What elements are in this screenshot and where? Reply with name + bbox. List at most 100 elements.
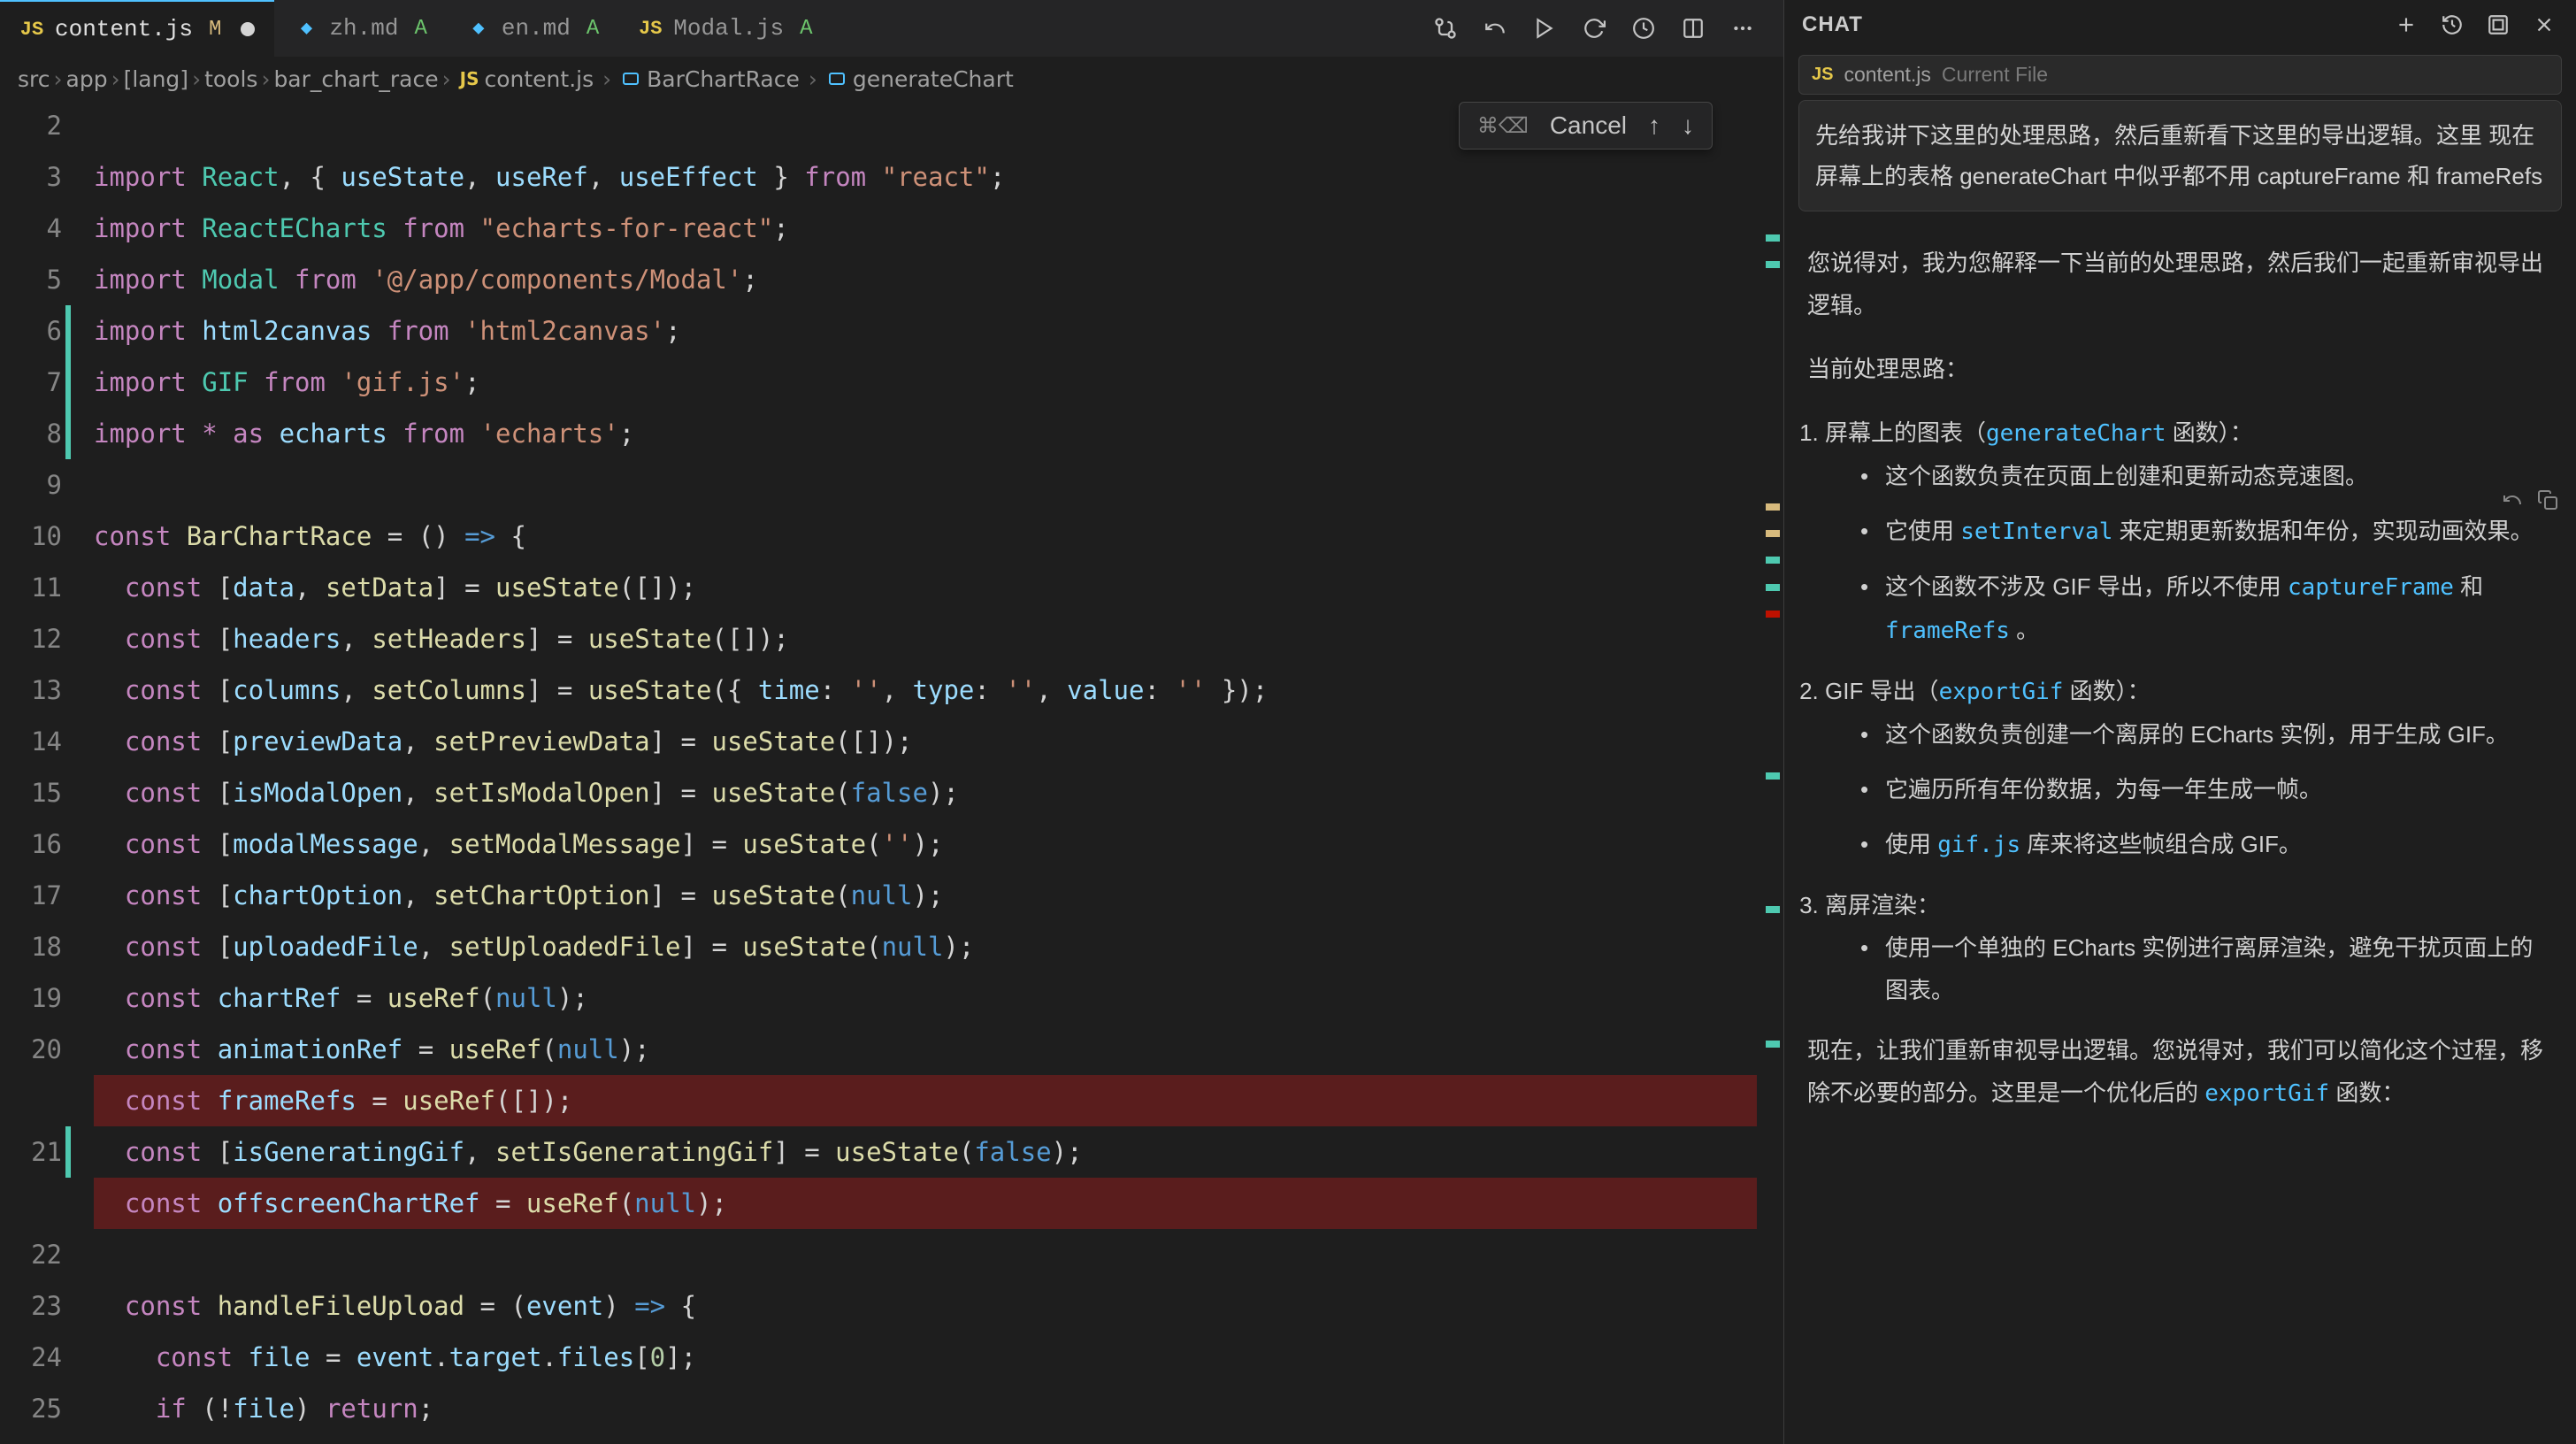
undo-icon[interactable] [1481, 14, 1509, 42]
breadcrumb-symbol-2: generateChart [853, 66, 1014, 92]
code-line[interactable]: import html2canvas from 'html2canvas'; [94, 305, 1783, 357]
code-line[interactable]: const BarChartRace = () => { [94, 511, 1783, 562]
code-line[interactable]: import GIF from 'gif.js'; [94, 357, 1783, 408]
tab-en-md[interactable]: ◆ en.md A [447, 0, 618, 58]
breadcrumb[interactable]: src›app›[lang]›tools›bar_chart_race› JS … [0, 58, 1783, 100]
user-message-text: 先给我讲下这里的处理思路，然后重新看下这里的导出逻辑。这里 现在屏幕上的表格 g… [1815, 122, 2542, 189]
breadcrumb-segment[interactable]: tools [204, 66, 257, 92]
code-line[interactable]: const animationRef = useRef(null); [94, 1024, 1783, 1075]
arrow-up-icon[interactable]: ↑ [1648, 111, 1660, 140]
code-line[interactable]: const [isModalOpen, setIsModalOpen] = us… [94, 767, 1783, 818]
unsaved-dot-icon [241, 22, 255, 36]
symbol-icon [826, 68, 847, 89]
tab-content-js[interactable]: JS content.js M [0, 0, 274, 58]
chat-user-message: 先给我讲下这里的处理思路，然后重新看下这里的导出逻辑。这里 现在屏幕上的表格 g… [1798, 100, 2562, 211]
code-line[interactable]: const frameRefs = useRef([]); [94, 1075, 1783, 1126]
md-file-icon: ◆ [466, 16, 491, 41]
arrow-down-icon[interactable]: ↓ [1682, 111, 1694, 140]
section-3: 离屏渲染： 使用一个单独的 ECharts 实例进行离屏渲染，避免干扰页面上的图… [1825, 884, 2553, 1011]
tab-zh-md[interactable]: ◆ zh.md A [274, 0, 446, 58]
section-2: GIF 导出（exportGif 函数）： 这个函数负责创建一个离屏的 ECha… [1825, 670, 2553, 866]
shortcut-label: ⌘⌫ [1477, 113, 1529, 139]
find-cancel-widget: ⌘⌫ Cancel ↑ ↓ [1459, 102, 1713, 150]
code-area[interactable]: import React, { useState, useRef, useEff… [80, 100, 1783, 1434]
breadcrumb-segment[interactable]: src [18, 66, 50, 92]
tab-status: A [800, 17, 812, 41]
git-compare-icon[interactable] [1431, 14, 1460, 42]
code-line[interactable] [94, 459, 1783, 511]
code-line[interactable]: const chartRef = useRef(null); [94, 972, 1783, 1024]
close-icon[interactable] [2530, 11, 2558, 39]
bullet: 这个函数负责在页面上创建和更新动态竞速图。 [1860, 455, 2553, 497]
context-label: Current File [1942, 63, 2048, 87]
code-line[interactable]: const [headers, setHeaders] = useState([… [94, 613, 1783, 664]
bullet: 它使用 setInterval 来定期更新数据和年份，实现动画效果。 [1860, 510, 2553, 553]
symbol-icon [620, 68, 641, 89]
tab-status: A [414, 17, 426, 41]
heading-current: 当前处理思路： [1807, 348, 2553, 390]
code-line[interactable]: const [uploadedFile, setUploadedFile] = … [94, 921, 1783, 972]
chat-response: 您说得对，我为您解释一下当前的处理思路，然后我们一起重新审视导出逻辑。 当前处理… [1784, 224, 2576, 1444]
code-line[interactable]: const file = event.target.files[0]; [94, 1332, 1783, 1383]
js-file-icon: JS [1812, 65, 1833, 85]
code-line[interactable] [94, 1229, 1783, 1280]
chat-context[interactable]: JS content.js Current File [1798, 55, 2562, 95]
bullet: 它遍历所有年份数据，为每一年生成一帧。 [1860, 768, 2553, 810]
code-line[interactable]: const [previewData, setPreviewData] = us… [94, 716, 1783, 767]
editor-pane: JScontent.jsM◆zh.mdA◆en.mdAJSModal.jsA s… [0, 0, 1783, 1444]
breadcrumb-segment[interactable]: [lang] [124, 66, 189, 92]
code-line[interactable]: const [isGeneratingGif, setIsGeneratingG… [94, 1126, 1783, 1178]
cancel-label[interactable]: Cancel [1550, 111, 1627, 140]
code-line[interactable]: const [columns, setColumns] = useState({… [94, 664, 1783, 716]
breadcrumb-segment[interactable]: app [66, 66, 108, 92]
code-line[interactable]: import Modal from '@/app/components/Moda… [94, 254, 1783, 305]
code-line[interactable]: const handleFileUpload = (event) => { [94, 1280, 1783, 1332]
bullet: 这个函数负责创建一个离屏的 ECharts 实例，用于生成 GIF。 [1860, 713, 2553, 756]
bullet: 使用一个单独的 ECharts 实例进行离屏渲染，避免干扰页面上的图表。 [1860, 926, 2553, 1011]
tab-actions [1431, 14, 1783, 42]
section-1: 屏幕上的图表（generateChart 函数）： 这个函数负责在页面上创建和更… [1825, 411, 2553, 652]
dock-icon[interactable] [2484, 11, 2512, 39]
tabs-bar: JS content.js M ◆ zh.md A ◆ en.md A JS Modal.js A [0, 0, 1783, 58]
tab-status: M [209, 18, 221, 42]
bullet: 这个函数不涉及 GIF 导出，所以不使用 captureFrame 和 fram… [1860, 565, 2553, 652]
code-line[interactable]: const offscreenChartRef = useRef(null); [94, 1178, 1783, 1229]
tab-label: zh.md [329, 15, 398, 42]
md-file-icon: ◆ [294, 16, 318, 41]
tab-label: en.md [502, 15, 571, 42]
refresh-icon[interactable] [1580, 14, 1608, 42]
code-line[interactable]: if (!file) return; [94, 1383, 1783, 1434]
tab-label: content.js [55, 16, 193, 42]
history-icon[interactable] [2438, 11, 2466, 39]
reply-intro: 您说得对，我为您解释一下当前的处理思路，然后我们一起重新审视导出逻辑。 [1807, 242, 2553, 326]
closing: 现在，让我们重新审视导出逻辑。您说得对，我们可以简化这个过程，移除不必要的部分。… [1807, 1029, 2553, 1115]
code-line[interactable]: const [data, setData] = useState([]); [94, 562, 1783, 613]
code-line[interactable]: import React, { useState, useRef, useEff… [94, 151, 1783, 203]
js-file-icon: JS [460, 68, 479, 89]
line-gutter: 2345678910111213141516171819202122232425 [0, 100, 80, 1434]
breadcrumb-file: content.js [484, 66, 594, 92]
split-editor-icon[interactable] [1679, 14, 1707, 42]
new-chat-icon[interactable] [2392, 11, 2420, 39]
tab-status: A [586, 17, 599, 41]
js-file-icon: JS [19, 17, 44, 42]
context-filename: content.js [1844, 63, 1930, 87]
tab-label: Modal.js [673, 15, 784, 42]
code-line[interactable]: const [modalMessage, setModalMessage] = … [94, 818, 1783, 870]
tab-Modal-js[interactable]: JS Modal.js A [618, 0, 832, 58]
chat-panel: CHAT JS content.js Current File 先给我讲下这里的… [1783, 0, 2576, 1444]
code-line[interactable]: import * as echarts from 'echarts'; [94, 408, 1783, 459]
chat-title: CHAT [1802, 12, 1863, 37]
minimap[interactable] [1757, 100, 1783, 1444]
clock-icon[interactable] [1629, 14, 1658, 42]
editor[interactable]: ⌘⌫ Cancel ↑ ↓ 23456789101112131415161718… [0, 100, 1783, 1444]
more-icon[interactable] [1729, 14, 1757, 42]
breadcrumb-symbol-1: BarChartRace [647, 66, 800, 92]
breadcrumb-segment[interactable]: bar_chart_race [273, 66, 438, 92]
run-icon[interactable] [1530, 14, 1559, 42]
code-line[interactable]: import ReactECharts from "echarts-for-re… [94, 203, 1783, 254]
code-line[interactable]: const [chartOption, setChartOption] = us… [94, 870, 1783, 921]
bullet: 使用 gif.js 库来将这些帧组合成 GIF。 [1860, 823, 2553, 866]
js-file-icon: JS [638, 16, 663, 41]
chat-header: CHAT [1784, 0, 2576, 50]
